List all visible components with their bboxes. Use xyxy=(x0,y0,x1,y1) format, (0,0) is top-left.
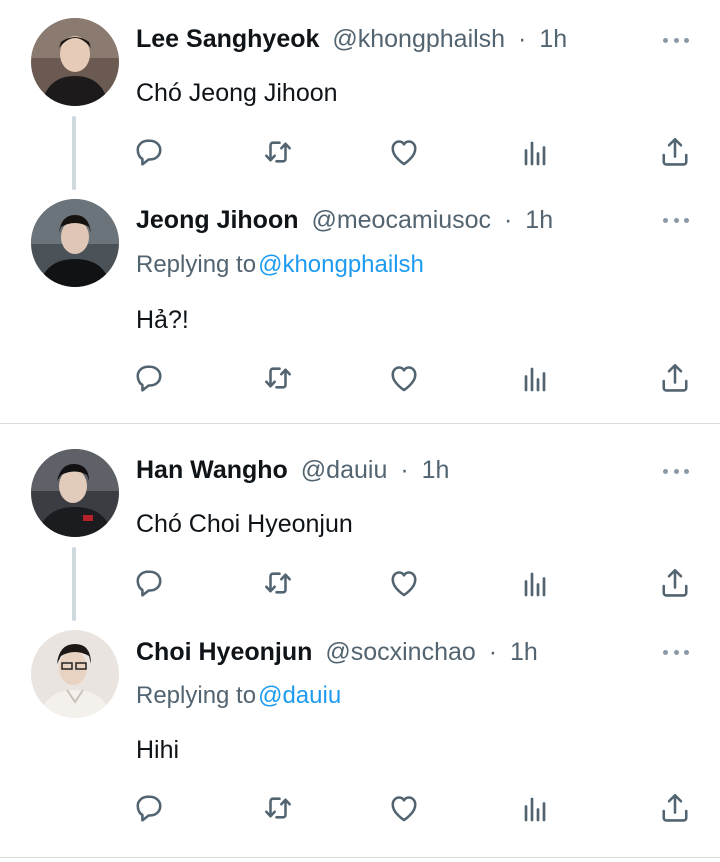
like-icon[interactable] xyxy=(386,565,422,601)
avatar[interactable] xyxy=(31,18,119,106)
separator-dot: · xyxy=(518,25,527,53)
more-options-icon[interactable] xyxy=(663,648,689,656)
share-icon[interactable] xyxy=(657,360,693,396)
views-icon[interactable] xyxy=(517,790,553,826)
display-name[interactable]: Choi Hyeonjun xyxy=(136,638,312,666)
action-bar xyxy=(0,360,720,400)
thread-divider xyxy=(0,423,720,424)
reply-icon[interactable] xyxy=(131,134,167,170)
tweet[interactable]: Choi Hyeonjun @socxinchao · 1h Replying … xyxy=(0,625,720,855)
user-handle[interactable]: @khongphailsh xyxy=(332,25,505,53)
user-handle[interactable]: @dauiu xyxy=(301,456,388,484)
tweet-text: Hihi xyxy=(136,736,180,764)
action-bar xyxy=(0,790,720,830)
share-icon[interactable] xyxy=(657,134,693,170)
timestamp[interactable]: 1h xyxy=(510,638,538,666)
like-icon[interactable] xyxy=(386,360,422,396)
timestamp[interactable]: 1h xyxy=(539,25,567,53)
avatar[interactable] xyxy=(31,630,119,718)
views-icon[interactable] xyxy=(517,360,553,396)
display-name[interactable]: Lee Sanghyeok xyxy=(136,25,319,53)
retweet-icon[interactable] xyxy=(260,360,296,396)
action-bar xyxy=(0,134,720,174)
tweet-header: Jeong Jihoon @meocamiusoc · 1h xyxy=(136,205,553,235)
like-icon[interactable] xyxy=(386,790,422,826)
mention-link[interactable]: @dauiu xyxy=(258,682,341,709)
share-icon[interactable] xyxy=(657,565,693,601)
separator-dot: · xyxy=(488,638,498,666)
display-name[interactable]: Han Wangho xyxy=(136,456,288,484)
avatar[interactable] xyxy=(31,199,119,287)
more-options-icon[interactable] xyxy=(663,467,689,475)
tweet-header: Choi Hyeonjun @socxinchao · 1h xyxy=(136,637,538,667)
tweet-text: Hả?! xyxy=(136,306,189,334)
share-icon[interactable] xyxy=(657,790,693,826)
bottom-divider xyxy=(0,857,720,858)
mention-link[interactable]: @khongphailsh xyxy=(258,251,424,278)
reply-icon[interactable] xyxy=(131,790,167,826)
tweet-text: Chó Choi Hyeonjun xyxy=(136,510,353,538)
tweet-text: Chó Jeong Jihoon xyxy=(136,79,338,107)
replying-to: Replying to@dauiu xyxy=(136,681,341,711)
replying-to-label: Replying to xyxy=(136,682,257,709)
action-bar xyxy=(0,565,720,605)
user-handle[interactable]: @socxinchao xyxy=(325,638,475,666)
tweet[interactable]: Han Wangho @dauiu · 1h Chó Choi Hyeonjun xyxy=(0,430,720,625)
separator-dot: · xyxy=(400,456,409,484)
retweet-icon[interactable] xyxy=(260,134,296,170)
tweet[interactable]: Lee Sanghyeok @khongphailsh · 1h Chó Jeo… xyxy=(0,0,720,195)
replying-to: Replying to@khongphailsh xyxy=(136,250,424,280)
tweet-header: Lee Sanghyeok @khongphailsh · 1h xyxy=(136,24,567,54)
avatar[interactable] xyxy=(31,449,119,537)
views-icon[interactable] xyxy=(517,565,553,601)
tweet[interactable]: Jeong Jihoon @meocamiusoc · 1h Replying … xyxy=(0,195,720,420)
separator-dot: · xyxy=(504,206,513,234)
replying-to-label: Replying to xyxy=(136,251,257,278)
tweet-header: Han Wangho @dauiu · 1h xyxy=(136,455,449,485)
timestamp[interactable]: 1h xyxy=(525,206,553,234)
retweet-icon[interactable] xyxy=(260,790,296,826)
user-handle[interactable]: @meocamiusoc xyxy=(311,206,491,234)
reply-icon[interactable] xyxy=(131,360,167,396)
more-options-icon[interactable] xyxy=(663,216,689,224)
display-name[interactable]: Jeong Jihoon xyxy=(136,206,299,234)
timestamp[interactable]: 1h xyxy=(422,456,450,484)
more-options-icon[interactable] xyxy=(663,36,689,44)
views-icon[interactable] xyxy=(517,134,553,170)
retweet-icon[interactable] xyxy=(260,565,296,601)
reply-icon[interactable] xyxy=(131,565,167,601)
like-icon[interactable] xyxy=(386,134,422,170)
